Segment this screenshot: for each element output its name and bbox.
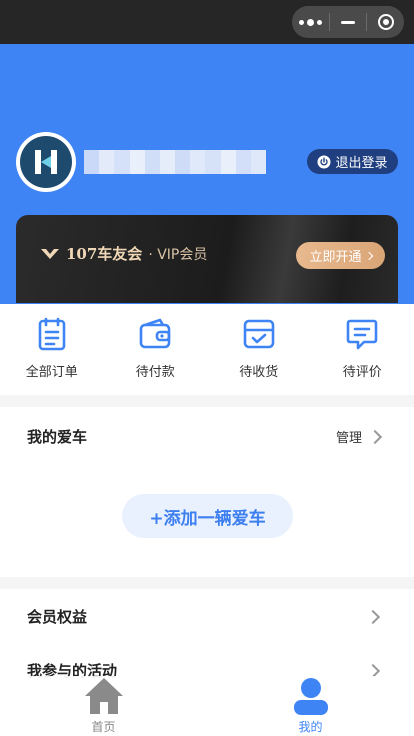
vip-card[interactable]: 107车友会 · VIP会员 立即开通 [16, 215, 398, 303]
top-bar [0, 0, 414, 44]
wallet-icon [139, 318, 171, 349]
logo-icon [20, 136, 72, 188]
chevron-right-icon [367, 429, 383, 444]
user-icon [293, 678, 328, 715]
more-dots-icon[interactable] [292, 6, 329, 38]
vip-brand: 107车友会 [66, 245, 143, 263]
power-icon [317, 155, 331, 169]
miniprogram-capsule [292, 6, 404, 38]
logout-button[interactable]: 退出登录 [307, 149, 398, 174]
member-benefits-label: 会员权益 [27, 608, 88, 626]
tab-home[interactable]: 首页 [0, 676, 207, 736]
order-all-label: 全部订单 [25, 365, 78, 380]
order-unreceived-button[interactable]: 待收货 [207, 305, 311, 395]
vip-subtitle: · VIP会员 [148, 246, 208, 263]
vip-open-label: 立即开通 [309, 250, 362, 265]
username-blurred [84, 150, 267, 174]
avatar[interactable] [16, 132, 76, 192]
add-car-button[interactable]: +添加一辆爱车 [122, 494, 293, 538]
minimize-icon[interactable] [330, 6, 367, 38]
vip-open-button[interactable]: 立即开通 [296, 242, 385, 269]
add-car-label: +添加一辆爱车 [149, 508, 266, 529]
chevron-right-icon [364, 251, 373, 260]
manage-label: 管理 [335, 431, 362, 446]
order-unpaid-button[interactable]: 待付款 [104, 305, 208, 395]
manage-cars-link[interactable]: 管理 [335, 427, 383, 446]
section-divider [0, 395, 414, 407]
my-car-section: 我的爱车 管理 +添加一辆爱车 [0, 407, 414, 577]
section-divider [0, 577, 414, 589]
order-all-button[interactable]: 全部订单 [0, 305, 104, 395]
tab-home-label: 首页 [91, 720, 116, 734]
order-unpaid-label: 待付款 [135, 365, 175, 380]
order-unreviewed-label: 待评价 [342, 365, 382, 380]
order-unreviewed-button[interactable]: 待评价 [311, 305, 414, 395]
crown-icon [41, 248, 59, 259]
target-icon[interactable] [367, 6, 404, 38]
my-car-title: 我的爱车 [27, 428, 88, 446]
vip-text: 107车友会 · VIP会员 [40, 243, 207, 264]
member-benefits-row[interactable]: 会员权益 [0, 590, 414, 642]
tab-bar: 首页 我的 [0, 676, 414, 736]
tab-mine[interactable]: 我的 [207, 676, 414, 736]
logout-label: 退出登录 [335, 156, 388, 171]
tab-mine-label: 我的 [298, 720, 323, 734]
order-unreceived-label: 待收货 [239, 365, 279, 380]
home-icon [84, 678, 123, 714]
order-shortcuts: 全部订单 待付款 待收货 待评价 [0, 305, 414, 395]
chevron-right-icon [365, 609, 381, 625]
clipboard-icon [38, 317, 66, 351]
box-icon [243, 319, 275, 349]
comment-icon [346, 319, 378, 350]
